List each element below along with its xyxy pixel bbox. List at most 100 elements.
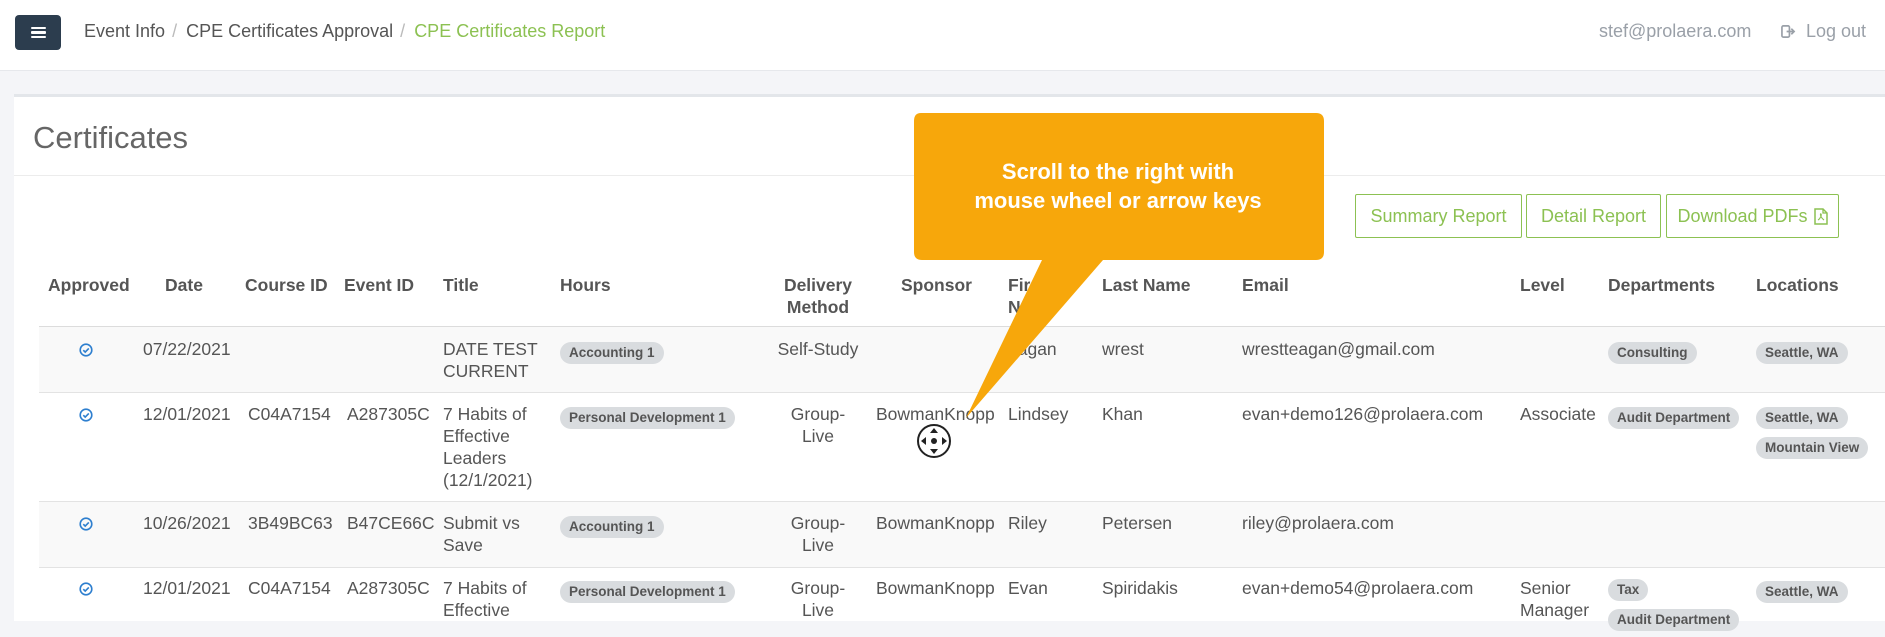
col-header-first-name-line1: Fir — [1008, 275, 1031, 295]
cell-first-name: eagan — [1008, 339, 1057, 359]
col-header-sponsor[interactable]: Sponsor — [901, 274, 972, 296]
breadcrumb-event-info[interactable]: Event Info — [84, 21, 165, 41]
cell-delivery-method: Group- Live — [768, 403, 868, 447]
cell-date: 07/22/2021 — [143, 339, 231, 359]
cell-delivery-line: Self-Study — [777, 339, 859, 359]
cell-sponsor: BowmanKnopp — [876, 404, 995, 424]
cell-title-line: (12/1/2021) — [443, 470, 533, 490]
hours-badge: Accounting 1 — [560, 342, 664, 364]
approved-check-icon[interactable] — [79, 582, 93, 596]
cell-title-line: CURRENT — [443, 361, 529, 381]
cell-departments: Consulting — [1608, 340, 1697, 370]
cell-title-line: Effective — [443, 600, 510, 620]
cell-sponsor: BowmanKnopp — [876, 578, 995, 598]
cell-level-line: Manager — [1520, 600, 1590, 620]
cell-email: riley@prolaera.com — [1242, 513, 1394, 533]
cell-last-name: Khan — [1102, 404, 1143, 424]
table-row-divider — [39, 567, 1885, 568]
hours-badge: Personal Development 1 — [560, 407, 735, 429]
cell-event-id: A287305C — [347, 578, 430, 598]
location-badge: Seattle, WA — [1756, 581, 1848, 603]
col-header-level[interactable]: Level — [1520, 274, 1565, 296]
cell-course-id: C04A7154 — [248, 578, 331, 598]
detail-report-button[interactable]: Detail Report — [1526, 194, 1661, 238]
cell-last-name: Petersen — [1102, 513, 1173, 533]
col-header-email[interactable]: Email — [1242, 274, 1289, 296]
breadcrumb-separator: / — [400, 21, 406, 41]
col-header-hours[interactable]: Hours — [560, 274, 611, 296]
col-header-locations[interactable]: Locations — [1756, 274, 1839, 296]
cell-date: 12/01/2021 — [143, 404, 231, 424]
cell-email: wrestteagan@gmail.com — [1242, 339, 1435, 359]
cell-title-line: 7 Habits of — [443, 404, 527, 424]
download-pdfs-label: Download PDFs — [1677, 205, 1808, 226]
summary-report-button[interactable]: Summary Report — [1355, 194, 1522, 238]
callout-text: Scroll to the right with mouse wheel or … — [918, 157, 1318, 215]
cell-hours: Accounting 1 — [560, 514, 664, 544]
cell-departments: Audit Department — [1608, 405, 1740, 435]
cell-locations: Seattle, WA — [1756, 340, 1848, 370]
cell-title: DATE TEST CURRENT — [443, 338, 538, 382]
cell-event-id: A287305C — [347, 404, 430, 424]
cell-delivery-line: Live — [801, 426, 835, 446]
cell-locations: Seattle, WA — [1756, 579, 1848, 609]
col-header-delivery-method[interactable]: Delivery Method — [768, 274, 868, 318]
cell-first-name: Riley — [1008, 513, 1047, 533]
cell-title-line: Submit vs — [443, 513, 520, 533]
department-badge: Audit Department — [1608, 407, 1740, 429]
cell-delivery-line: Group- — [790, 513, 846, 533]
cell-sponsor: BowmanKnopp — [876, 513, 995, 533]
approved-check-icon[interactable] — [79, 408, 93, 422]
callout-line-2: mouse wheel or arrow keys — [974, 188, 1262, 213]
breadcrumb: Event Info / CPE Certificates Approval / CPE… — [84, 19, 605, 43]
col-header-date[interactable]: Date — [165, 274, 203, 296]
download-pdfs-button[interactable]: Download PDFs — [1666, 194, 1839, 238]
cell-title-line: DATE TEST — [443, 339, 538, 359]
col-header-departments[interactable]: Departments — [1608, 274, 1715, 296]
cell-date: 10/26/2021 — [143, 513, 231, 533]
cell-first-name: Lindsey — [1008, 404, 1069, 424]
cell-title: 7 Habits of Effective — [443, 577, 527, 621]
col-header-first-name-line2: N — [1008, 297, 1021, 317]
cell-hours: Personal Development 1 — [560, 579, 735, 609]
cell-level: Senior Manager — [1520, 577, 1589, 621]
cell-hours: Accounting 1 — [560, 340, 664, 370]
cell-title-line: Save — [443, 535, 483, 555]
col-header-event-id[interactable]: Event ID — [344, 274, 414, 296]
breadcrumb-cpe-approval[interactable]: CPE Certificates Approval — [186, 21, 393, 41]
cell-last-name: Spiridakis — [1102, 578, 1178, 598]
location-badge: Seattle, WA — [1756, 407, 1848, 429]
col-header-approved[interactable]: Approved — [48, 274, 130, 296]
hours-badge: Accounting 1 — [560, 516, 664, 538]
user-email[interactable]: stef@prolaera.com — [1599, 21, 1751, 42]
col-header-first-name[interactable]: Fir N — [1008, 274, 1030, 318]
logout-link[interactable]: Log out — [1781, 21, 1866, 42]
cell-delivery-method: Group- Live — [768, 512, 868, 556]
cell-level-line: Senior — [1520, 578, 1571, 598]
cell-delivery-line: Live — [801, 600, 835, 620]
cell-delivery-line: Live — [801, 535, 835, 555]
department-badge: Tax — [1608, 579, 1649, 601]
location-badge: Mountain View — [1756, 437, 1869, 459]
cell-email: evan+demo126@prolaera.com — [1242, 404, 1484, 424]
location-badge: Seattle, WA — [1756, 342, 1848, 364]
table-row-divider — [39, 392, 1885, 393]
cell-course-id: C04A7154 — [248, 404, 331, 424]
col-header-title[interactable]: Title — [443, 274, 479, 296]
approved-check-icon[interactable] — [79, 343, 93, 357]
menu-toggle-button[interactable] — [15, 15, 61, 50]
cell-course-id: 3B49BC63 — [248, 513, 333, 533]
cell-email: evan+demo54@prolaera.com — [1242, 578, 1474, 598]
cell-level: Associate — [1520, 404, 1596, 424]
col-header-course-id[interactable]: Course ID — [245, 274, 328, 296]
cell-first-name: Evan — [1008, 578, 1048, 598]
cell-delivery-line: Group- — [790, 578, 846, 598]
approved-check-icon[interactable] — [79, 517, 93, 531]
logout-label: Log out — [1806, 21, 1867, 41]
cell-locations: Seattle, WA Mountain View — [1756, 405, 1885, 465]
cell-event-id: B47CE66C — [347, 513, 435, 533]
cell-delivery-method: Self-Study — [768, 338, 868, 360]
col-header-last-name[interactable]: Last Name — [1102, 274, 1191, 296]
hamburger-icon — [30, 27, 46, 38]
cell-departments: Tax Audit Department — [1608, 579, 1740, 637]
